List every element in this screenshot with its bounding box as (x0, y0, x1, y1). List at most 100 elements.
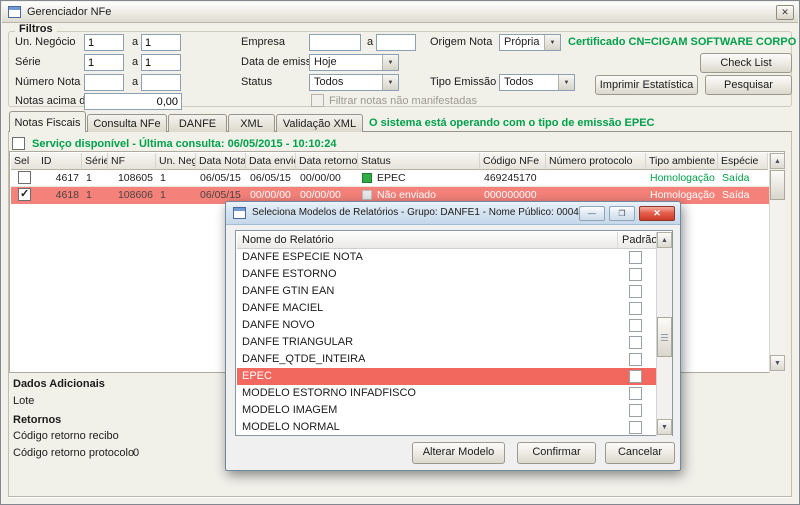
list-item[interactable]: MODELO NORMAL✓ (237, 419, 656, 436)
numero-nota-to-input[interactable] (141, 74, 181, 91)
padrao-checkbox[interactable]: ✓ (629, 251, 642, 264)
origem-dropdown-button[interactable]: ▼ (544, 35, 560, 50)
cell-id: 4617 (39, 170, 83, 187)
column-header-un-neg[interactable]: Un. Neg. (156, 153, 196, 170)
column-header-numero-protocolo[interactable]: Número protocolo (546, 153, 646, 170)
scroll-up-button[interactable]: ▲ (657, 232, 672, 248)
tab-validacao-xml[interactable]: Validação XML (276, 114, 363, 132)
empresa-from-input[interactable] (309, 34, 361, 51)
list-item[interactable]: DANFE_QTDE_INTEIRA✓ (237, 351, 656, 368)
column-header-status[interactable]: Status (358, 153, 480, 170)
close-button[interactable]: ✕ (776, 5, 794, 20)
column-header-data-envio[interactable]: Data envio (246, 153, 296, 170)
padrao-checkbox[interactable]: ✓ (629, 353, 642, 366)
range-sep-label: a (367, 36, 373, 48)
filters-group-label: Filtros (15, 23, 57, 35)
tipo-emissao-label: Tipo Emissão (430, 76, 496, 88)
scroll-up-button[interactable]: ▲ (770, 153, 785, 169)
padrao-checkbox[interactable]: ✓ (629, 370, 642, 383)
tipo-emissao-dropdown-button[interactable]: ▼ (558, 75, 574, 90)
column-header-sel[interactable]: Sel (11, 153, 39, 170)
codigo-retorno-protocolo-label: Código retorno protocolo (13, 447, 134, 459)
status-select[interactable]: Todos ▼ (309, 74, 399, 91)
scroll-down-button[interactable]: ▼ (657, 419, 672, 435)
notas-acima-label: Notas acima de (15, 95, 91, 107)
filtrar-manifestadas-checkbox[interactable]: ✓ (311, 94, 324, 107)
pesquisar-button[interactable]: Pesquisar (705, 75, 792, 95)
scroll-up-icon: ▲ (661, 237, 668, 244)
padrao-checkbox[interactable]: ✓ (629, 302, 642, 315)
confirmar-button[interactable]: Confirmar (517, 442, 596, 464)
padrao-checkbox[interactable]: ✓ (629, 285, 642, 298)
report-models-list: Nome do Relatório Padrão DANFE ESPECIE N… (235, 230, 673, 436)
status-dropdown-button[interactable]: ▼ (382, 75, 398, 90)
tab-danfe[interactable]: DANFE (168, 114, 227, 132)
scroll-up-icon: ▲ (774, 158, 781, 165)
dialog-maximize-button[interactable]: ❐ (609, 206, 635, 221)
cell-un-neg: 1 (157, 170, 197, 187)
column-header-data-retorno[interactable]: Data retorno (296, 153, 358, 170)
column-header-especie[interactable]: Espécie (718, 153, 768, 170)
cell-nf: 108606 (109, 187, 157, 204)
scroll-down-button[interactable]: ▼ (770, 355, 785, 371)
row-select-checkbox[interactable]: ✓ (18, 171, 31, 184)
column-header-data-nota[interactable]: Data Nota (196, 153, 246, 170)
tab-notas-fiscais[interactable]: Notas Fiscais (9, 111, 86, 132)
list-item[interactable]: DANFE MACIEL✓ (237, 300, 656, 317)
list-item[interactable]: EPEC✓ (237, 368, 656, 385)
dialog-close-button[interactable]: ✕ (639, 206, 675, 221)
list-item[interactable]: DANFE NOVO✓ (237, 317, 656, 334)
grid-vertical-scrollbar[interactable]: ▲ ▼ (769, 153, 785, 373)
list-item[interactable]: DANFE ESPECIE NOTA✓ (237, 249, 656, 266)
alterar-modelo-button[interactable]: Alterar Modelo (412, 442, 505, 464)
chevron-down-icon: ▼ (550, 40, 556, 46)
notas-acima-input[interactable] (84, 93, 182, 110)
scrollbar-thumb[interactable] (770, 170, 785, 200)
cell-especie: Saída (719, 187, 769, 204)
column-header-nf[interactable]: NF (108, 153, 156, 170)
data-emissao-dropdown-button[interactable]: ▼ (382, 55, 398, 70)
list-item[interactable]: MODELO IMAGEM✓ (237, 402, 656, 419)
padrao-checkbox[interactable]: ✓ (629, 319, 642, 332)
codigo-retorno-protocolo-value: 0 (133, 447, 139, 459)
list-item[interactable]: DANFE GTIN EAN✓ (237, 283, 656, 300)
un-negocio-to-input[interactable] (141, 34, 181, 51)
list-item[interactable]: MODELO ESTORNO INFADFISCO✓ (237, 385, 656, 402)
tab-consulta-nfe[interactable]: Consulta NFe (87, 114, 167, 132)
column-header-serie[interactable]: Série (82, 153, 108, 170)
tipo-emissao-select[interactable]: Todos ▼ (499, 74, 575, 91)
list-item[interactable]: DANFE TRIANGULAR✓ (237, 334, 656, 351)
column-header-tipo-ambiente[interactable]: Tipo ambiente (646, 153, 718, 170)
dialog-caption-buttons: — ❐ ✕ (578, 206, 675, 221)
imprimir-estatistica-button[interactable]: Imprimir Estatística (595, 75, 698, 95)
service-checkbox[interactable]: ✓ (12, 137, 25, 150)
column-header-id[interactable]: ID (38, 153, 82, 170)
name-column-header[interactable]: Nome do Relatório (242, 234, 334, 246)
origem-nota-select[interactable]: Própria ▼ (499, 34, 561, 51)
dados-adicionais-title: Dados Adicionais (13, 378, 105, 390)
service-status-message: Serviço disponível - Última consulta: 06… (32, 138, 336, 150)
scrollbar-thumb[interactable] (657, 317, 672, 357)
table-row[interactable]: ✓ 4617 1 108605 1 06/05/15 06/05/15 00/0… (11, 170, 769, 187)
tab-xml[interactable]: XML (228, 114, 275, 132)
padrao-checkbox[interactable]: ✓ (629, 268, 642, 281)
empresa-to-input[interactable] (376, 34, 416, 51)
cancelar-button[interactable]: Cancelar (605, 442, 675, 464)
numero-nota-from-input[interactable] (84, 74, 124, 91)
list-item[interactable]: DANFE ESTORNO✓ (237, 266, 656, 283)
padrao-checkbox[interactable]: ✓ (629, 421, 642, 434)
dialog-vertical-scrollbar[interactable]: ▲ ▼ (656, 232, 672, 436)
dialog-minimize-button[interactable]: — (579, 206, 605, 221)
retornos-title: Retornos (13, 414, 61, 426)
check-list-button[interactable]: Check List (700, 53, 792, 73)
column-header-codigo-nfe[interactable]: Código NFe (480, 153, 546, 170)
padrao-column-header[interactable]: Padrão (622, 234, 657, 246)
row-select-checkbox[interactable]: ✓ (18, 188, 31, 201)
serie-to-input[interactable] (141, 54, 181, 71)
data-emissao-select[interactable]: Hoje ▼ (309, 54, 399, 71)
padrao-checkbox[interactable]: ✓ (629, 404, 642, 417)
padrao-checkbox[interactable]: ✓ (629, 336, 642, 349)
padrao-checkbox[interactable]: ✓ (629, 387, 642, 400)
serie-from-input[interactable] (84, 54, 124, 71)
un-negocio-from-input[interactable] (84, 34, 124, 51)
